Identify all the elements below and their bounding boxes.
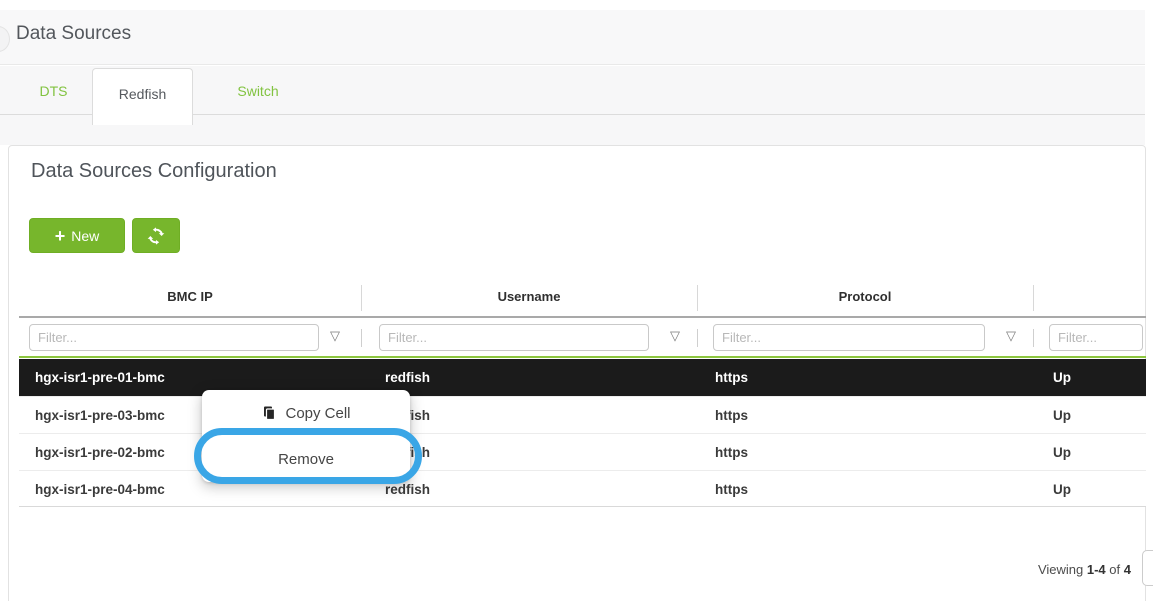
- tab-switch[interactable]: Switch: [205, 68, 311, 114]
- table-row[interactable]: hgx-isr1-pre-03-bmc redfish https Up: [19, 396, 1146, 433]
- filter-input-bmc-ip[interactable]: [29, 324, 319, 351]
- context-menu: Copy Cell Remove: [202, 390, 410, 482]
- viewing-range: 1-4: [1087, 562, 1106, 577]
- filter-separator: [361, 329, 362, 347]
- cell-status[interactable]: Up: [1053, 397, 1071, 434]
- data-sources-panel: Data Sources Configuration + New BMC IP …: [8, 145, 1146, 601]
- cell-status[interactable]: Up: [1053, 359, 1071, 396]
- context-menu-copy-label: Copy Cell: [285, 405, 350, 422]
- column-separator: [361, 285, 362, 311]
- column-header-bmc-ip[interactable]: BMC IP: [19, 283, 361, 311]
- column-header-status[interactable]: [1033, 283, 1146, 311]
- context-menu-remove-label: Remove: [278, 451, 334, 468]
- panel-edge-decoration: [0, 26, 10, 52]
- column-header-username[interactable]: Username: [361, 283, 697, 311]
- cell-bmc-ip[interactable]: hgx-isr1-pre-03-bmc: [35, 397, 165, 434]
- filter-funnel-icon[interactable]: ▽: [999, 328, 1023, 344]
- filter-funnel-icon[interactable]: ▽: [663, 328, 687, 344]
- table-row-selected[interactable]: hgx-isr1-pre-01-bmc redfish https Up: [19, 359, 1146, 396]
- cell-protocol[interactable]: https: [715, 359, 748, 396]
- panel-heading: Data Sources Configuration: [31, 160, 277, 183]
- cell-protocol[interactable]: https: [715, 397, 748, 434]
- new-button[interactable]: + New: [29, 218, 125, 253]
- viewing-status: Viewing 1-4 of 4: [1038, 562, 1131, 577]
- tab-strip: DTS Redfish Switch: [0, 66, 1145, 145]
- cell-status[interactable]: Up: [1053, 471, 1071, 508]
- table-bottom-border: [19, 506, 1146, 507]
- column-separator: [1033, 285, 1034, 311]
- filter-input-status[interactable]: [1049, 324, 1143, 351]
- cell-bmc-ip[interactable]: hgx-isr1-pre-01-bmc: [35, 359, 165, 396]
- context-menu-remove[interactable]: Remove: [202, 436, 410, 482]
- filter-funnel-icon[interactable]: ▽: [323, 328, 347, 344]
- data-sources-page: Data Sources DTS Redfish Switch Data Sou…: [0, 0, 1153, 601]
- cell-protocol[interactable]: https: [715, 471, 748, 508]
- page-title: Data Sources: [16, 23, 131, 45]
- page-size-selector[interactable]: [1142, 550, 1153, 586]
- filter-row: ▽ ▽ ▽: [19, 318, 1146, 356]
- table-row[interactable]: hgx-isr1-pre-02-bmc redfish https Up: [19, 433, 1146, 470]
- tab-redfish[interactable]: Redfish: [92, 68, 193, 125]
- tab-dts[interactable]: DTS: [15, 68, 92, 114]
- refresh-icon: [147, 227, 165, 245]
- new-button-label: New: [71, 228, 99, 244]
- table-body-top-accent: [19, 356, 1146, 358]
- breadcrumb-bar: Data Sources: [0, 10, 1145, 65]
- cell-status[interactable]: Up: [1053, 434, 1071, 471]
- viewing-of: of: [1109, 562, 1120, 577]
- filter-input-username[interactable]: [379, 324, 649, 351]
- filter-input-protocol[interactable]: [713, 324, 985, 351]
- refresh-button[interactable]: [132, 218, 180, 253]
- cell-bmc-ip[interactable]: hgx-isr1-pre-02-bmc: [35, 434, 165, 471]
- filter-separator: [1033, 329, 1034, 347]
- cell-protocol[interactable]: https: [715, 434, 748, 471]
- filter-separator: [697, 329, 698, 347]
- column-separator: [697, 285, 698, 311]
- copy-icon: [261, 405, 277, 421]
- viewing-total: 4: [1124, 562, 1131, 577]
- viewing-label: Viewing: [1038, 562, 1083, 577]
- context-menu-copy-cell[interactable]: Copy Cell: [202, 390, 410, 436]
- table-row[interactable]: hgx-isr1-pre-04-bmc redfish https Up: [19, 470, 1146, 507]
- column-header-protocol[interactable]: Protocol: [697, 283, 1033, 311]
- cell-bmc-ip[interactable]: hgx-isr1-pre-04-bmc: [35, 471, 165, 508]
- plus-icon: +: [55, 227, 66, 245]
